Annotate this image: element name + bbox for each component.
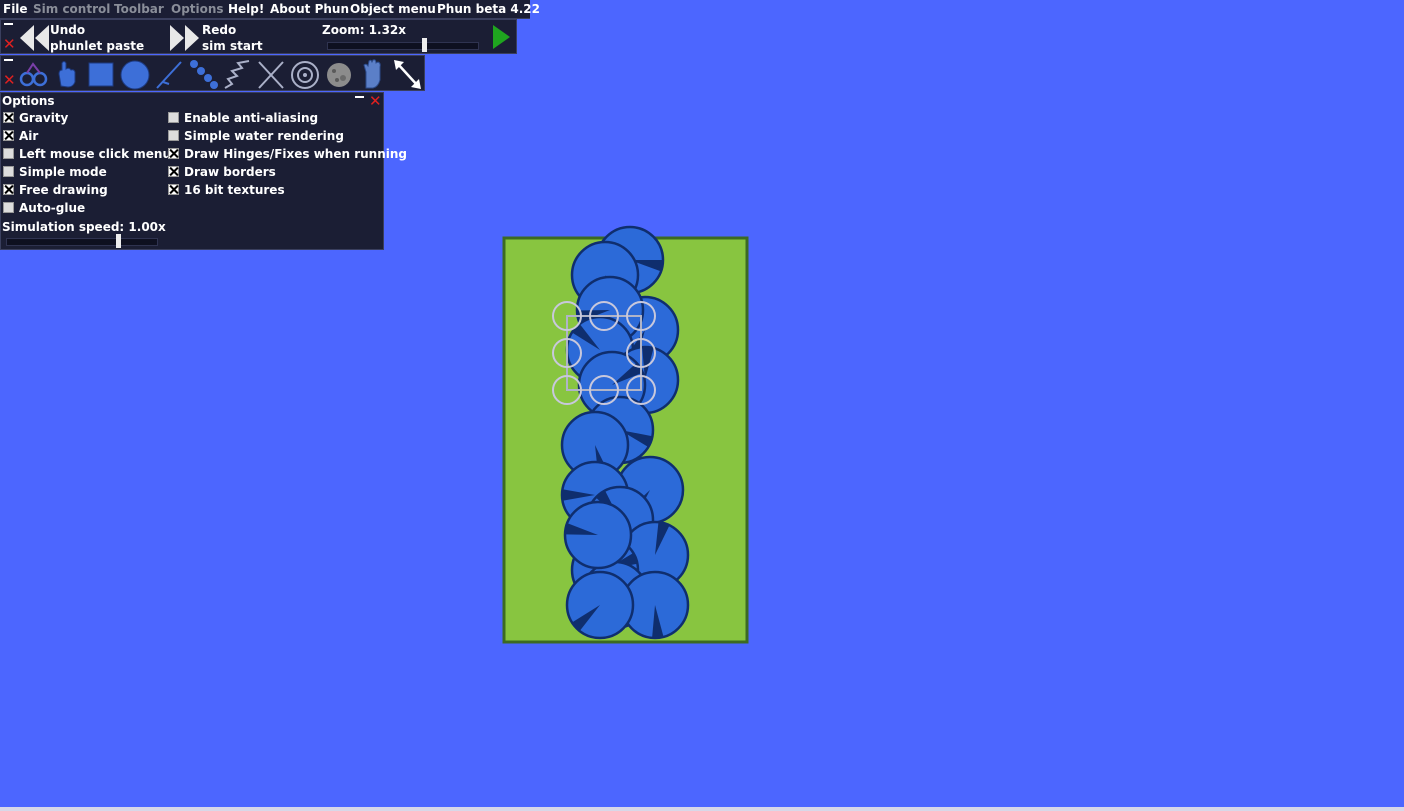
- circle-tool-icon[interactable]: [120, 58, 150, 90]
- menu-toolbar[interactable]: Toolbar: [114, 2, 164, 16]
- option-label: Free drawing: [19, 183, 108, 197]
- minimize-icon[interactable]: [4, 59, 13, 61]
- zoom-label: Zoom: 1.32x: [322, 23, 407, 37]
- chain-tool-icon[interactable]: [18, 58, 48, 90]
- option-label: Left mouse click menus: [19, 147, 179, 161]
- checkbox[interactable]: [168, 184, 179, 195]
- option-label: Draw borders: [184, 165, 276, 179]
- play-icon[interactable]: [492, 24, 512, 50]
- hinge-tool-icon[interactable]: [290, 58, 320, 90]
- minimize-icon[interactable]: [4, 23, 13, 25]
- close-icon[interactable]: ✕: [3, 73, 16, 88]
- menu-help[interactable]: Help!: [228, 2, 264, 16]
- option-label: Air: [19, 129, 39, 143]
- box-tool-icon[interactable]: [86, 58, 116, 90]
- checkbox[interactable]: [168, 148, 179, 159]
- checkbox[interactable]: [168, 166, 179, 177]
- texture-tool-icon[interactable]: [324, 58, 354, 90]
- option-label: Auto-glue: [19, 201, 86, 215]
- brush-tool-icon[interactable]: [154, 58, 184, 90]
- zoom-slider-knob[interactable]: [422, 38, 428, 52]
- undo-icon[interactable]: [18, 23, 50, 53]
- fixate-tool-icon[interactable]: [256, 58, 286, 90]
- menu-object[interactable]: Object menu: [350, 2, 436, 16]
- menu-about[interactable]: About Phun: [270, 2, 349, 16]
- menu-file[interactable]: File: [3, 2, 28, 16]
- status-strip: [0, 807, 1404, 811]
- redo-icon[interactable]: [169, 23, 201, 53]
- undo-button[interactable]: Undo phunlet paste: [50, 22, 144, 54]
- option-label: Gravity: [19, 111, 69, 125]
- close-icon[interactable]: ✕: [3, 37, 16, 52]
- drag-hand-icon[interactable]: [52, 58, 82, 90]
- checkbox[interactable]: [3, 112, 14, 123]
- menu-bar: File Sim control Toolbar Options Help! A…: [0, 0, 540, 19]
- toolbar-panel: ✕: [0, 55, 425, 91]
- redo-button[interactable]: Redo sim start: [202, 22, 263, 54]
- menu-options[interactable]: Options: [171, 2, 224, 16]
- redo-detail: sim start: [202, 39, 263, 53]
- app-version-label: Phun beta 4.22: [437, 2, 540, 16]
- option-label: 16 bit textures: [184, 183, 285, 197]
- scale-tool-icon[interactable]: [392, 58, 422, 90]
- checkbox[interactable]: [3, 130, 14, 141]
- checkbox[interactable]: [168, 112, 179, 123]
- redo-label: Redo: [202, 23, 237, 37]
- option-label: Enable anti-aliasing: [184, 111, 319, 125]
- options-title: Options: [2, 94, 55, 108]
- checkbox[interactable]: [3, 148, 14, 159]
- option-label: Draw Hinges/Fixes when running: [184, 147, 407, 161]
- checkbox[interactable]: [3, 202, 14, 213]
- blue-ball[interactable]: [563, 500, 633, 570]
- undo-detail: phunlet paste: [50, 39, 145, 53]
- sim-speed-slider[interactable]: [6, 234, 158, 248]
- undo-label: Undo: [50, 23, 86, 37]
- option-label: Simple water rendering: [184, 129, 344, 143]
- close-icon[interactable]: ✕: [369, 94, 382, 109]
- sim-speed-slider-knob[interactable]: [115, 234, 121, 248]
- chain-links-icon[interactable]: [188, 58, 218, 90]
- minimize-icon[interactable]: [355, 96, 364, 98]
- option-label: Simple mode: [19, 165, 107, 179]
- zoom-slider[interactable]: [327, 38, 479, 52]
- options-panel: Options ✕ Gravity Air Left mouse click men…: [0, 92, 407, 250]
- blue-ball[interactable]: [565, 570, 635, 640]
- checkbox[interactable]: [168, 130, 179, 141]
- history-panel: ✕ Undo phunlet paste Redo sim start Zoom…: [0, 19, 517, 54]
- glove-tool-icon[interactable]: [358, 58, 388, 90]
- checkbox[interactable]: [3, 166, 14, 177]
- spring-tool-icon[interactable]: [222, 58, 252, 90]
- checkbox[interactable]: [3, 184, 14, 195]
- sim-speed-label: Simulation speed: 1.00x: [2, 220, 166, 234]
- menu-sim-control[interactable]: Sim control: [33, 2, 110, 16]
